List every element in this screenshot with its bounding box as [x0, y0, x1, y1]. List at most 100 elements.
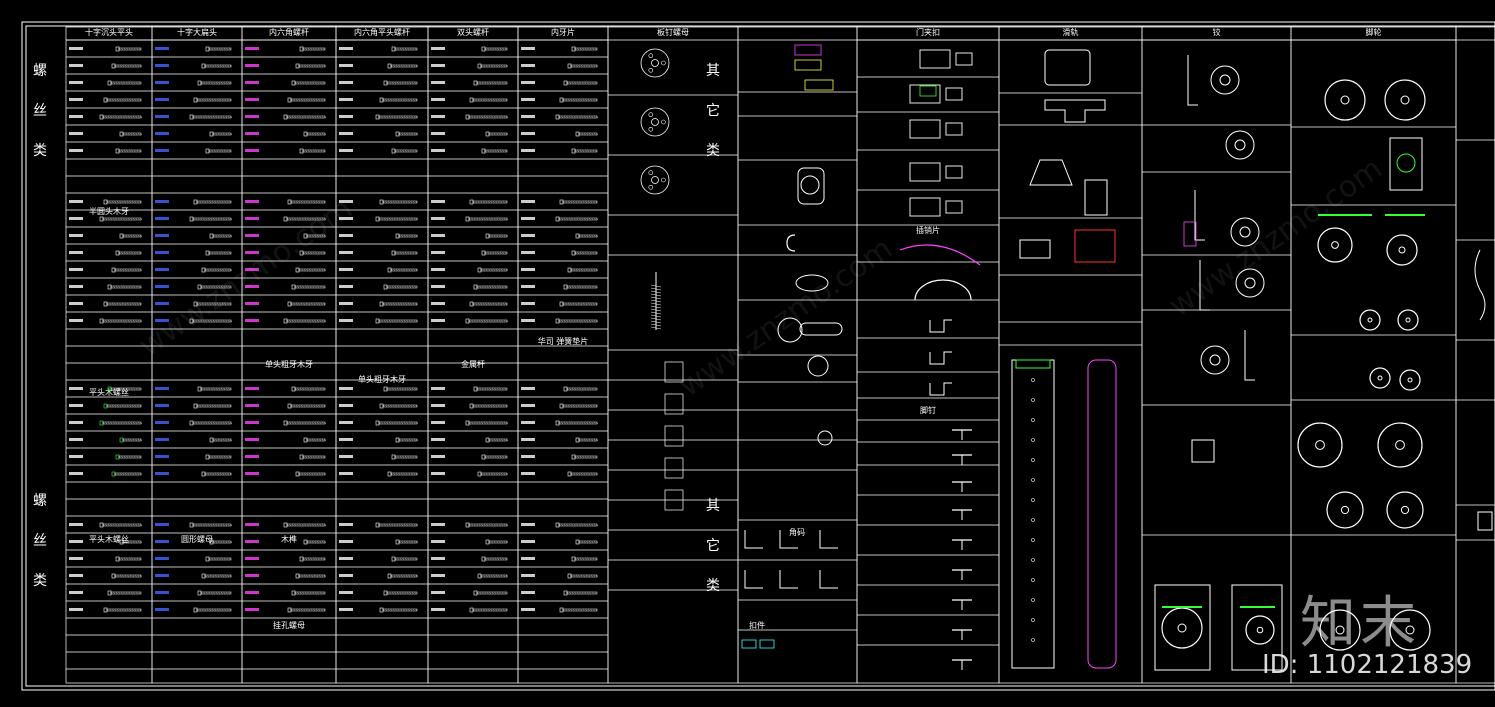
screw-part	[209, 233, 233, 239]
screw-part	[387, 471, 418, 477]
door-catch-plate	[945, 200, 963, 214]
slide-profile	[1019, 239, 1051, 259]
caster-hub	[1400, 95, 1410, 105]
screw-part	[283, 522, 327, 528]
screw-part	[469, 403, 508, 409]
row-label-mark	[69, 234, 83, 237]
column-header: 内六角螺杆	[269, 27, 309, 37]
rail-hole	[1031, 418, 1035, 422]
row-label-mark	[431, 404, 445, 407]
screw-part	[99, 216, 143, 222]
row-label-mark	[245, 387, 259, 390]
row-label-mark	[521, 115, 535, 118]
screw-part	[563, 284, 598, 290]
column-header: 滑轨	[1063, 27, 1079, 37]
column-frame	[856, 26, 1000, 684]
screw-part	[115, 250, 142, 256]
bracket-part	[664, 393, 684, 415]
row-label-mark	[69, 404, 83, 407]
screw-part	[205, 556, 232, 562]
row-label-mark	[431, 438, 445, 441]
screw-part	[205, 46, 232, 52]
screw-part	[287, 97, 326, 103]
row-label-mark	[245, 217, 259, 220]
round-plate	[640, 107, 670, 137]
row-label-mark	[69, 302, 83, 305]
bracket-part	[664, 457, 684, 479]
screw-part	[209, 131, 233, 137]
screw-part	[465, 420, 509, 426]
door-catch	[909, 162, 941, 182]
row-label-mark	[339, 132, 353, 135]
other-label-bottom: 其	[706, 498, 720, 514]
side-label-bottom: 螺	[33, 493, 47, 509]
row-label-mark	[431, 47, 445, 50]
caster-hub	[1340, 95, 1350, 105]
screw-part	[473, 590, 508, 596]
side-label-top: 螺	[33, 63, 47, 79]
screw-part	[291, 590, 326, 596]
screw-part	[477, 471, 508, 477]
caster-wheel	[1377, 422, 1423, 468]
screw-part	[575, 539, 599, 545]
row-label-mark	[521, 608, 535, 611]
rail-hole	[1031, 638, 1035, 642]
screw-part	[375, 114, 419, 120]
other-label-top: 类	[706, 143, 720, 159]
screw-part	[469, 199, 508, 205]
caster-plate-accent	[1396, 153, 1416, 173]
sub-header: 半圆头木牙	[89, 206, 129, 216]
row-label-mark	[69, 591, 83, 594]
row-label-mark	[521, 64, 535, 67]
other-label-top: 它	[706, 102, 720, 119]
row-label-mark	[431, 132, 445, 135]
row-label-mark	[245, 47, 259, 50]
row-label-mark	[155, 574, 169, 577]
row-label-mark	[245, 455, 259, 458]
caster-wheel	[1384, 79, 1426, 121]
sub-header: 圆形螺母	[181, 534, 213, 544]
profile-part	[1477, 511, 1493, 531]
screw-part	[295, 471, 326, 477]
screw-part	[99, 114, 143, 120]
row-label-mark	[69, 251, 83, 254]
corner-bracket	[819, 530, 838, 549]
screw-part	[559, 301, 598, 307]
row-label-mark	[69, 438, 83, 441]
screw-part	[379, 97, 418, 103]
screw-part	[303, 437, 327, 443]
screw-part	[287, 403, 326, 409]
screw-part	[391, 556, 418, 562]
row-label-mark	[245, 472, 259, 475]
screw-part	[197, 386, 232, 392]
row-label-mark	[69, 319, 83, 322]
row-label-mark	[521, 285, 535, 288]
screw-part	[571, 454, 598, 460]
row-label-mark	[155, 64, 169, 67]
row-label-mark	[339, 472, 353, 475]
row-label-mark	[521, 251, 535, 254]
row-label-mark	[69, 115, 83, 118]
row-label-mark	[431, 268, 445, 271]
screw-part	[209, 539, 233, 545]
row-label-mark	[155, 132, 169, 135]
row-label-mark	[245, 319, 259, 322]
screw-part	[485, 233, 509, 239]
row-label-mark	[339, 285, 353, 288]
row-label-mark	[339, 387, 353, 390]
screw-part	[299, 148, 326, 154]
profile-part	[1474, 249, 1486, 321]
row-label-mark	[155, 387, 169, 390]
screw-part	[559, 403, 598, 409]
screw-part	[571, 250, 598, 256]
screw-part	[481, 46, 508, 52]
row-label-mark	[431, 472, 445, 475]
row-label-mark	[431, 234, 445, 237]
row-label-mark	[245, 608, 259, 611]
row-label-mark	[69, 285, 83, 288]
screw-part	[465, 114, 509, 120]
latch-part	[797, 167, 825, 205]
row-label-mark	[431, 608, 445, 611]
row-label-mark	[69, 81, 83, 84]
plate-part	[799, 322, 843, 336]
